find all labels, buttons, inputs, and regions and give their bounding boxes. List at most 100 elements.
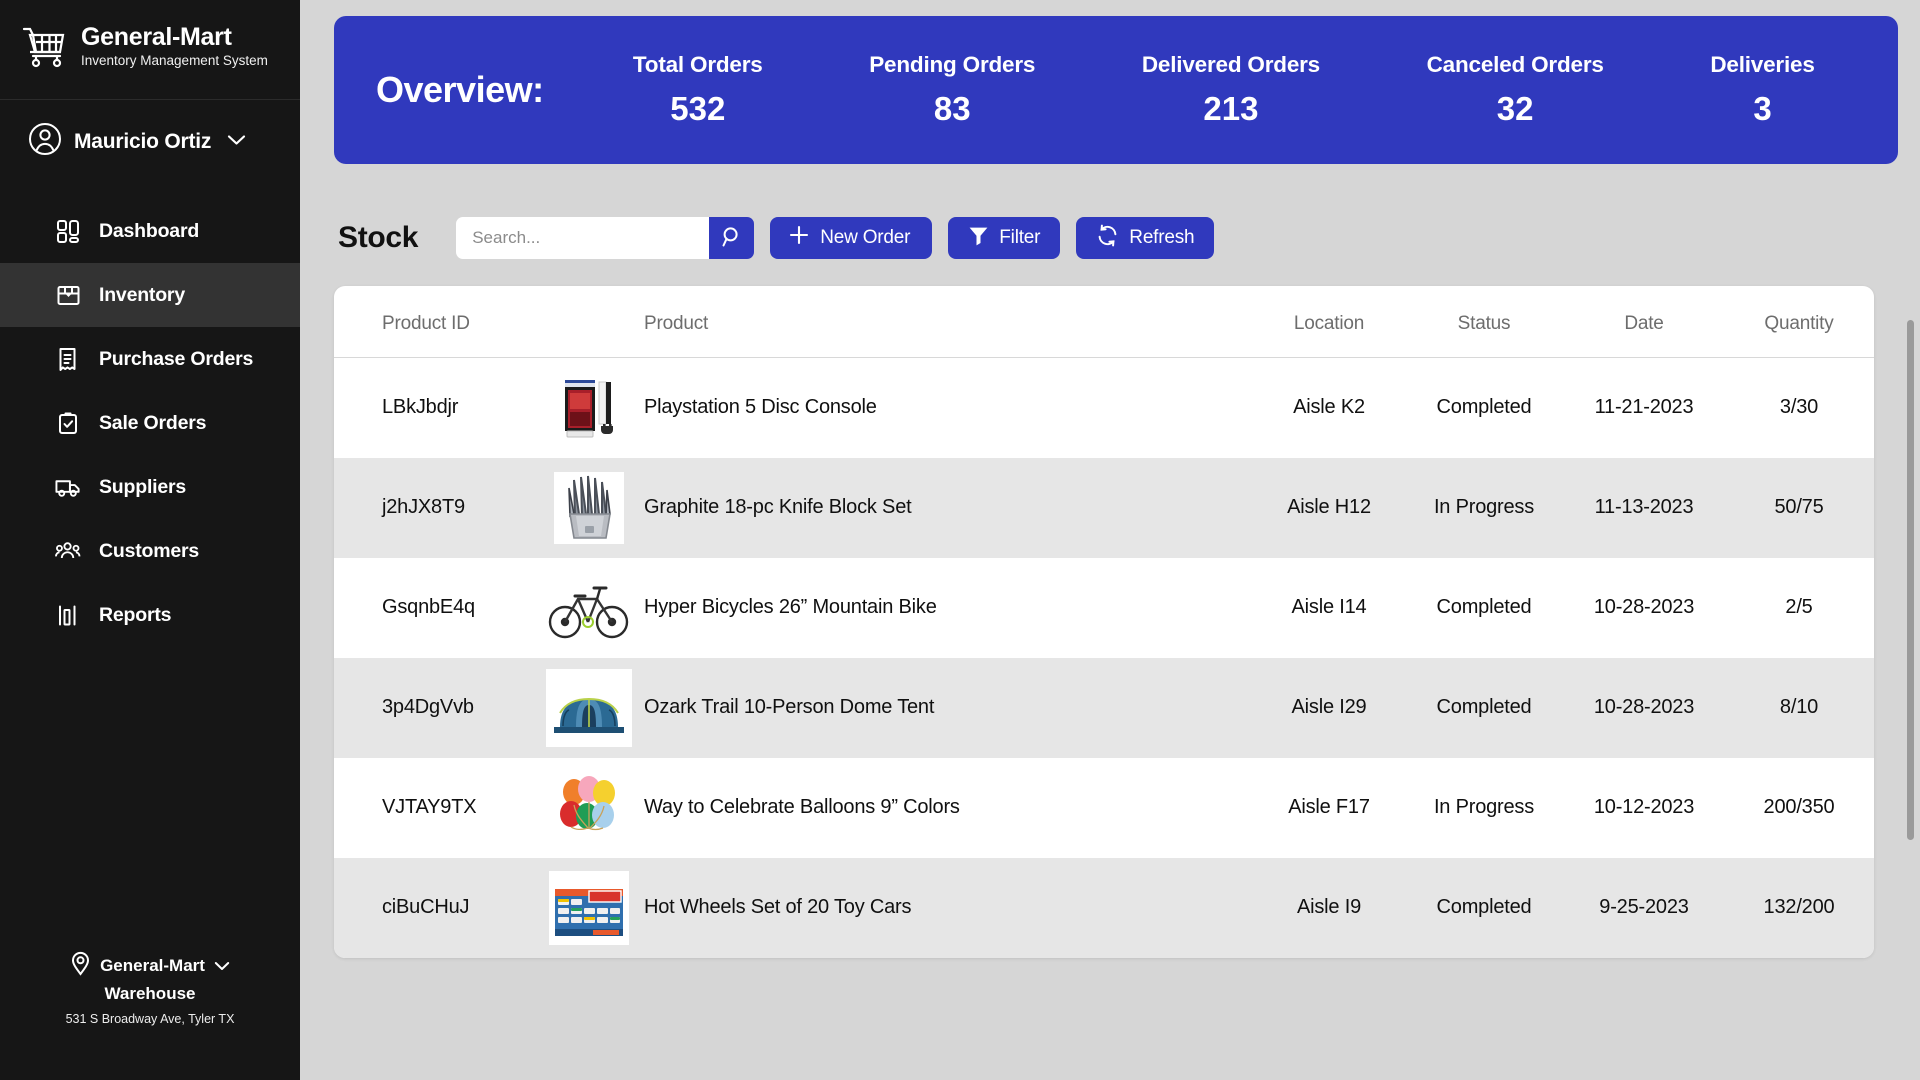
overview-stats: Total Orders 532 Pending Orders 83 Deliv…: [580, 52, 1868, 128]
chevron-down-icon: [227, 133, 246, 151]
cell-thumbnail: [534, 358, 644, 458]
table-row[interactable]: ciBuCHuJ Hot Wheels Set of 20 Toy Cars A…: [334, 857, 1874, 958]
sidebar-item-customers[interactable]: Customers: [0, 519, 300, 583]
sidebar-nav: Dashboard Inventory Purchase Orders Sale…: [0, 199, 300, 647]
search-button[interactable]: [709, 217, 755, 259]
column-header-product[interactable]: Product: [644, 286, 1254, 358]
sidebar-item-label: Inventory: [99, 283, 185, 306]
toy-cars-thumb: [546, 869, 632, 947]
stat-value: 532: [670, 90, 726, 127]
bicycle-thumb: [546, 569, 632, 647]
cell-thumbnail: [534, 458, 644, 558]
new-order-button[interactable]: New Order: [770, 217, 933, 259]
dashboard-grid-icon: [55, 218, 81, 244]
warehouse-address: 531 S Broadway Ave, Tyler TX: [65, 1012, 235, 1027]
page-title: Stock: [338, 221, 419, 254]
table-row[interactable]: j2hJX8T9 Graphite 18-pc Knife Block Set …: [334, 457, 1874, 558]
stat-delivered-orders: Delivered Orders 213: [1132, 52, 1330, 128]
warehouse-name-line1: General-Mart: [100, 956, 205, 976]
cell-product-id: VJTAY9TX: [382, 796, 477, 818]
brand-header: General-Mart Inventory Management System: [0, 0, 300, 100]
cell-product-id: j2hJX8T9: [382, 496, 465, 518]
column-header-product-id[interactable]: Product ID: [334, 286, 534, 358]
cell-quantity: 50/75: [1774, 496, 1824, 518]
refresh-button[interactable]: Refresh: [1076, 217, 1215, 259]
table-row[interactable]: GsqnbE4q Hyper Bicycles 26” Mountain Bik…: [334, 558, 1874, 658]
sidebar-item-label: Sale Orders: [99, 411, 207, 434]
cell-location: Aisle F17: [1288, 796, 1370, 818]
tent-thumb: [546, 668, 632, 747]
cell-quantity: 8/10: [1779, 696, 1819, 718]
vertical-scrollbar[interactable]: [1907, 320, 1914, 840]
stock-table: Product ID Product Location Status Date …: [334, 286, 1874, 958]
sidebar: General-Mart Inventory Management System…: [0, 0, 300, 1080]
sidebar-item-suppliers[interactable]: Suppliers: [0, 455, 300, 519]
cell-location: Aisle K2: [1293, 396, 1365, 419]
cell-product-id: GsqnbE4q: [382, 596, 475, 618]
stat-label: Deliveries: [1710, 52, 1815, 77]
shopping-cart-icon: [22, 26, 68, 73]
cell-status: Completed: [1436, 396, 1532, 419]
warehouse-name-line2: Warehouse: [104, 983, 196, 1003]
location-pin-icon: [70, 951, 91, 981]
column-header-thumbnail: [534, 286, 644, 358]
user-circle-icon: [28, 122, 62, 161]
brand-subtitle: Inventory Management System: [81, 53, 268, 69]
cell-location: Aisle I9: [1297, 896, 1361, 918]
sidebar-item-sale-orders[interactable]: Sale Orders: [0, 391, 300, 455]
column-header-date[interactable]: Date: [1564, 286, 1724, 358]
refresh-icon: [1096, 224, 1119, 253]
balloons-thumb: [546, 769, 632, 847]
user-name: Mauricio Ortiz: [74, 129, 212, 153]
clipboard-check-icon: [55, 410, 81, 436]
people-icon: [55, 538, 81, 564]
sidebar-item-reports[interactable]: Reports: [0, 583, 300, 647]
stat-value: 213: [1203, 90, 1259, 127]
knife-block-thumb: [546, 469, 632, 547]
cell-date: 11-13-2023: [1594, 496, 1694, 518]
sidebar-item-inventory[interactable]: Inventory: [0, 263, 300, 327]
plus-icon: [788, 224, 810, 252]
column-header-quantity[interactable]: Quantity: [1724, 286, 1874, 358]
warehouse-selector[interactable]: General-Mart Warehouse 531 S Broadway Av…: [0, 951, 300, 1028]
refresh-label: Refresh: [1129, 227, 1195, 248]
cell-product-name: Graphite 18-pc Knife Block Set: [644, 496, 912, 518]
overview-banner: Overview: Total Orders 532 Pending Order…: [334, 16, 1898, 164]
cell-product-id: LBkJbdjr: [382, 396, 459, 419]
stat-label: Total Orders: [632, 52, 763, 77]
stat-canceled-orders: Canceled Orders 32: [1417, 52, 1614, 128]
cell-location: Aisle I14: [1291, 596, 1367, 618]
table-row[interactable]: 3p4DgVvb Ozark Trail 10-Person Dome Tent…: [334, 657, 1874, 758]
user-menu[interactable]: Mauricio Ortiz: [0, 100, 300, 185]
cell-date: 10-28-2023: [1593, 696, 1695, 718]
stock-toolbar: Stock New Order Filter: [334, 217, 1898, 259]
brand-title: General-Mart: [81, 23, 232, 51]
new-order-label: New Order: [820, 227, 911, 248]
truck-icon: [55, 474, 81, 500]
search-box: [456, 217, 755, 259]
cell-status: Completed: [1436, 896, 1532, 918]
cell-date: 10-12-2023: [1593, 796, 1695, 818]
filter-button[interactable]: Filter: [948, 217, 1061, 259]
stat-pending-orders: Pending Orders 83: [859, 52, 1045, 128]
stat-value: 3: [1753, 90, 1772, 127]
sidebar-item-label: Purchase Orders: [99, 347, 254, 370]
sidebar-item-label: Customers: [99, 539, 200, 562]
cell-date: 10-28-2023: [1593, 596, 1695, 618]
bar-chart-icon: [55, 602, 81, 628]
playstation-console-thumb: [546, 369, 632, 447]
funnel-icon: [968, 225, 989, 252]
table-row[interactable]: VJTAY9TX Way to Celebrate Balloons 9” Co…: [334, 758, 1874, 858]
stat-label: Pending Orders: [869, 52, 1036, 77]
cell-thumbnail: [534, 658, 644, 758]
search-input[interactable]: [456, 217, 710, 259]
stock-table-card: Product ID Product Location Status Date …: [334, 286, 1874, 958]
column-header-location[interactable]: Location: [1254, 286, 1404, 358]
sidebar-item-purchase-orders[interactable]: Purchase Orders: [0, 327, 300, 391]
sidebar-item-dashboard[interactable]: Dashboard: [0, 199, 300, 263]
search-icon: [721, 226, 743, 251]
column-header-status[interactable]: Status: [1404, 286, 1564, 358]
sidebar-item-label: Dashboard: [99, 219, 200, 242]
table-row[interactable]: LBkJbdjr Playstation 5 Disc Console Aisl…: [334, 358, 1874, 458]
cell-product-id: ciBuCHuJ: [382, 896, 470, 918]
